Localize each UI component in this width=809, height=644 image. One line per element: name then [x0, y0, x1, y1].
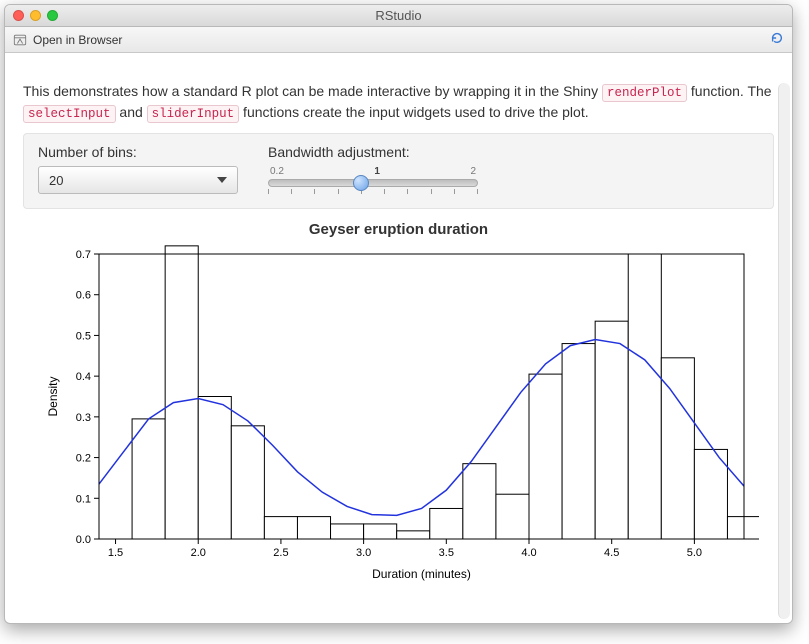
- svg-text:Duration (minutes): Duration (minutes): [372, 567, 471, 581]
- desc-part: This demonstrates how a standard R plot …: [23, 83, 602, 99]
- svg-text:5.0: 5.0: [686, 547, 701, 559]
- slider-thumb[interactable]: [353, 175, 369, 191]
- slider-scale: 0.2 1 2: [268, 166, 478, 177]
- bins-select[interactable]: 20: [38, 166, 238, 194]
- slider-max: 2: [470, 166, 476, 177]
- svg-text:0.3: 0.3: [75, 412, 90, 424]
- content-area: This demonstrates how a standard R plot …: [5, 53, 792, 623]
- svg-text:2.0: 2.0: [190, 547, 205, 559]
- svg-text:4.5: 4.5: [604, 547, 619, 559]
- bandwidth-control: Bandwidth adjustment: 0.2 1 2: [268, 144, 478, 194]
- titlebar: RStudio: [5, 5, 792, 27]
- bins-label: Number of bins:: [38, 144, 238, 160]
- refresh-icon: [770, 31, 784, 45]
- bins-control: Number of bins: 20: [38, 144, 238, 194]
- svg-text:0.5: 0.5: [75, 331, 90, 343]
- desc-part: functions create the input widgets used …: [239, 104, 588, 120]
- svg-text:3.5: 3.5: [438, 547, 453, 559]
- plot-title: Geyser eruption duration: [23, 221, 774, 238]
- svg-text:0.7: 0.7: [75, 249, 90, 261]
- slider-min: 0.2: [270, 166, 284, 177]
- bins-value: 20: [49, 173, 63, 188]
- svg-text:1.5: 1.5: [107, 547, 122, 559]
- plot-container: Geyser eruption duration 1.5 2.0 2.5 3.0 3.5…: [23, 221, 774, 584]
- dropdown-caret-icon: [217, 177, 227, 183]
- desc-part: function. The: [687, 83, 772, 99]
- window-title: RStudio: [5, 8, 792, 23]
- bandwidth-slider[interactable]: 0.2 1 2: [268, 166, 478, 194]
- code-sliderinput: sliderInput: [147, 105, 240, 123]
- svg-text:4.0: 4.0: [521, 547, 536, 559]
- svg-text:Density: Density: [46, 377, 60, 417]
- refresh-button[interactable]: [770, 31, 784, 48]
- slider-mid: 1: [374, 166, 380, 177]
- svg-text:0.0: 0.0: [75, 534, 90, 546]
- bandwidth-label: Bandwidth adjustment:: [268, 144, 478, 160]
- description-text: This demonstrates how a standard R plot …: [23, 81, 774, 123]
- browser-icon: [13, 33, 27, 47]
- histogram-plot: 1.5 2.0 2.5 3.0 3.5 4.0 4.5 5.0 0.0 0.1 0.2 0.3 0.4 0…: [39, 244, 759, 584]
- svg-text:0.1: 0.1: [75, 494, 90, 506]
- open-in-browser-label: Open in Browser: [33, 33, 122, 47]
- svg-text:0.2: 0.2: [75, 453, 90, 465]
- svg-text:2.5: 2.5: [273, 547, 288, 559]
- vertical-scrollbar[interactable]: [778, 83, 790, 619]
- controls-panel: Number of bins: 20 Bandwidth adjustment:…: [23, 133, 774, 209]
- slider-ticks: [268, 189, 478, 194]
- desc-part: and: [116, 104, 147, 120]
- svg-text:3.0: 3.0: [355, 547, 370, 559]
- open-in-browser-button[interactable]: Open in Browser: [13, 33, 122, 47]
- svg-text:0.4: 0.4: [75, 371, 90, 383]
- toolbar: Open in Browser: [5, 27, 792, 53]
- code-renderplot: renderPlot: [602, 84, 687, 102]
- code-selectinput: selectInput: [23, 105, 116, 123]
- app-window: RStudio Open in Browser This demonstrate…: [4, 4, 793, 624]
- slider-track[interactable]: [268, 179, 478, 187]
- svg-text:0.6: 0.6: [75, 290, 90, 302]
